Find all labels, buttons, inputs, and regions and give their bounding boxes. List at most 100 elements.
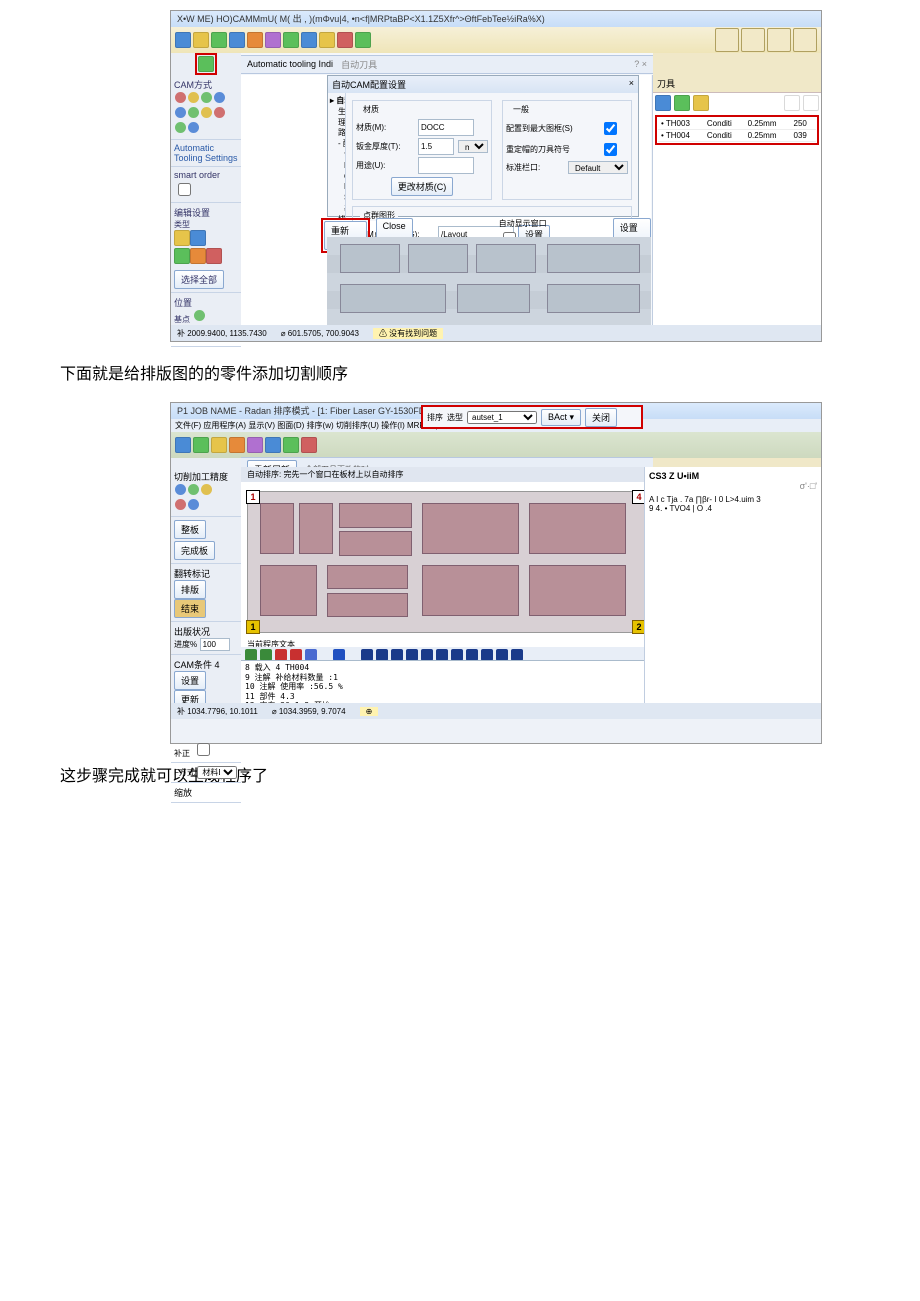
config-tree[interactable]: ▸ 自动CAM配置设置 生 理像点 路径设置 - 配研 切割形状和引割线 Hea…: [328, 93, 346, 219]
tool-icon[interactable]: [247, 437, 263, 453]
mode-icon[interactable]: [214, 107, 225, 118]
tool-icon[interactable]: [229, 32, 245, 48]
auto-tooling-link[interactable]: Automatic Tooling Settings: [171, 140, 241, 167]
program-log[interactable]: 8 载入 4 TH004 9 注解 补给材料数量 :1 10 注解 使用率 :5…: [241, 660, 651, 703]
left-panel: 切削加工精度 整板完成板 翻转标记排版 结束 出版状况进度% CAM条件 4设置…: [171, 467, 242, 703]
add-icon[interactable]: [194, 310, 205, 321]
mode-icon[interactable]: [188, 499, 199, 510]
tool-row[interactable]: • TH004Conditi0.25mm039: [658, 130, 816, 142]
tool-icon[interactable]: [247, 32, 263, 48]
tool-panel: 刀具 • TH003Conditi0.25mm250 • TH004Condit…: [652, 75, 821, 327]
ribbon-group-icon[interactable]: [715, 28, 739, 52]
smart-order-checkbox[interactable]: [178, 183, 191, 196]
tool-icon[interactable]: [193, 32, 209, 48]
edit-icon[interactable]: [190, 230, 206, 246]
mode-icon[interactable]: [175, 107, 186, 118]
mode-icon[interactable]: [188, 484, 199, 495]
tool-icon[interactable]: [193, 437, 209, 453]
tool-filter-icon[interactable]: [784, 95, 800, 111]
tool-icon[interactable]: [283, 437, 299, 453]
mode-icon[interactable]: [188, 92, 199, 103]
standard-select[interactable]: Default: [568, 161, 628, 174]
mode-icon[interactable]: [175, 499, 186, 510]
tool-filter-icon[interactable]: [693, 95, 709, 111]
cam-set-button[interactable]: 设置: [174, 671, 206, 690]
mode-icon[interactable]: [188, 122, 199, 133]
bottom-bar: 补 1034.7796, 10.1011 ⌀ 1034.3959, 9.7074…: [171, 703, 821, 743]
tool-icon[interactable]: [355, 32, 371, 48]
layout-canvas[interactable]: [327, 237, 651, 327]
mode-icon[interactable]: [214, 92, 225, 103]
full-sheet-button[interactable]: 整板: [174, 520, 206, 539]
finished-sheet-button[interactable]: 完成板: [174, 541, 215, 560]
select-all-button[interactable]: 选择全部: [174, 270, 224, 289]
max-frame-checkbox[interactable]: [604, 122, 617, 135]
mode-icon[interactable]: [175, 92, 186, 103]
right-header: CS3 Z U•iiM: [649, 471, 817, 481]
highlighted-tool[interactable]: [195, 53, 217, 75]
tool-icon[interactable]: [283, 32, 299, 48]
strip-info: 自动排序: 完先一个窗口在板材上以自动排序: [241, 467, 651, 482]
cam-config-dialog: 自动CAM配置设置 × ▸ 自动CAM配置设置 生 理像点 路径设置 - 配研 切…: [327, 75, 639, 217]
config-form: 材质 材质(M): 钣金厚度(T):mm 用途(U): 更改材质(C) 一般 配…: [346, 93, 638, 219]
tab-auto-tooling[interactable]: Automatic tooling Indi: [247, 59, 333, 69]
material-input[interactable]: [418, 119, 474, 136]
ribbon-toolbar: 排序 选型 autset_1 BAct ▾ 关闭: [171, 432, 821, 458]
mode-icon[interactable]: [201, 484, 212, 495]
tool-icon[interactable]: [265, 32, 281, 48]
main-area: 自动排序: 完先一个窗口在板材上以自动排序 1 4 1 2 当前程序文本 8 载…: [241, 467, 651, 703]
mode-icon[interactable]: [201, 107, 212, 118]
sequence-type-select[interactable]: autset_1: [467, 411, 537, 424]
end-button[interactable]: 结束: [174, 599, 206, 618]
mode-icon[interactable]: [175, 122, 186, 133]
progress-input[interactable]: [200, 638, 230, 651]
comp-checkbox[interactable]: [197, 743, 210, 756]
dialog-close-icon[interactable]: ×: [629, 78, 634, 91]
tool-row[interactable]: • TH003Conditi0.25mm250: [658, 118, 816, 130]
tool-icon[interactable]: [301, 437, 317, 453]
corner-marker-1b: 1: [246, 620, 260, 634]
reuse-tool-checkbox[interactable]: [604, 143, 617, 156]
tool-table[interactable]: • TH003Conditi0.25mm250 • TH004Conditi0.…: [658, 118, 816, 142]
ribbon-group-icon[interactable]: [767, 28, 791, 52]
selection-readout: ⌀ 1034.3959, 9.7074: [272, 707, 346, 716]
tool-filter-icon[interactable]: [674, 95, 690, 111]
tool-panel-header: 刀具: [653, 75, 821, 93]
f-mode-select[interactable]: 材料EC ▾: [197, 766, 237, 779]
right-panel: CS3 Z U•iiM σ'·□' A I c Tja . 7a ∏βr- I …: [644, 467, 821, 703]
thickness-input[interactable]: [418, 138, 454, 155]
tool-icon[interactable]: [265, 437, 281, 453]
edit-icon[interactable]: [174, 230, 190, 246]
main-area: 自动CAM配置设置 × ▸ 自动CAM配置设置 生 理像点 路径设置 - 配研 切…: [241, 75, 651, 327]
tool-icon[interactable]: [211, 437, 227, 453]
usage-input[interactable]: [418, 157, 474, 174]
mode-icon[interactable]: [175, 484, 186, 495]
mode-icon[interactable]: [188, 107, 199, 118]
tool-icon[interactable]: [175, 32, 191, 48]
tool-filter-icon[interactable]: [803, 95, 819, 111]
edit-settings-group: 编辑设置 类型 选择全部: [171, 203, 241, 293]
tool-filter-icon[interactable]: [655, 95, 671, 111]
ribbon-group-icon[interactable]: [793, 28, 817, 52]
layout-button[interactable]: 排版: [174, 580, 206, 599]
sequence-close-button[interactable]: 关闭: [585, 408, 617, 427]
edit-icon[interactable]: [206, 248, 222, 264]
window-title: X•W ME) HO)CAMMmU( M( 出 , )(mΦvu|4, •n<f…: [171, 11, 821, 27]
ribbon-group-icon[interactable]: [741, 28, 765, 52]
change-material-button[interactable]: 更改材质(C): [391, 177, 454, 196]
screenshot-1: X•W ME) HO)CAMMmU( M( 出 , )(mΦvu|4, •n<f…: [170, 10, 822, 342]
tool-icon[interactable]: [229, 437, 245, 453]
nest-canvas[interactable]: 1 4 1 2: [247, 491, 645, 633]
tool-icon[interactable]: [319, 32, 335, 48]
edit-icon[interactable]: [190, 248, 206, 264]
mode-icon[interactable]: [201, 92, 212, 103]
edit-icon[interactable]: [174, 248, 190, 264]
dialog-title: 自动CAM配置设置: [332, 78, 406, 91]
tool-icon[interactable]: [301, 32, 317, 48]
tool-icon[interactable]: [175, 437, 191, 453]
tool-icon[interactable]: [337, 32, 353, 48]
coord-readout: 补 2009.9400, 1135.7430: [177, 328, 267, 339]
sequence-option[interactable]: BAct ▾: [541, 409, 581, 426]
tool-icon[interactable]: [211, 32, 227, 48]
thickness-unit[interactable]: mm: [458, 140, 488, 153]
